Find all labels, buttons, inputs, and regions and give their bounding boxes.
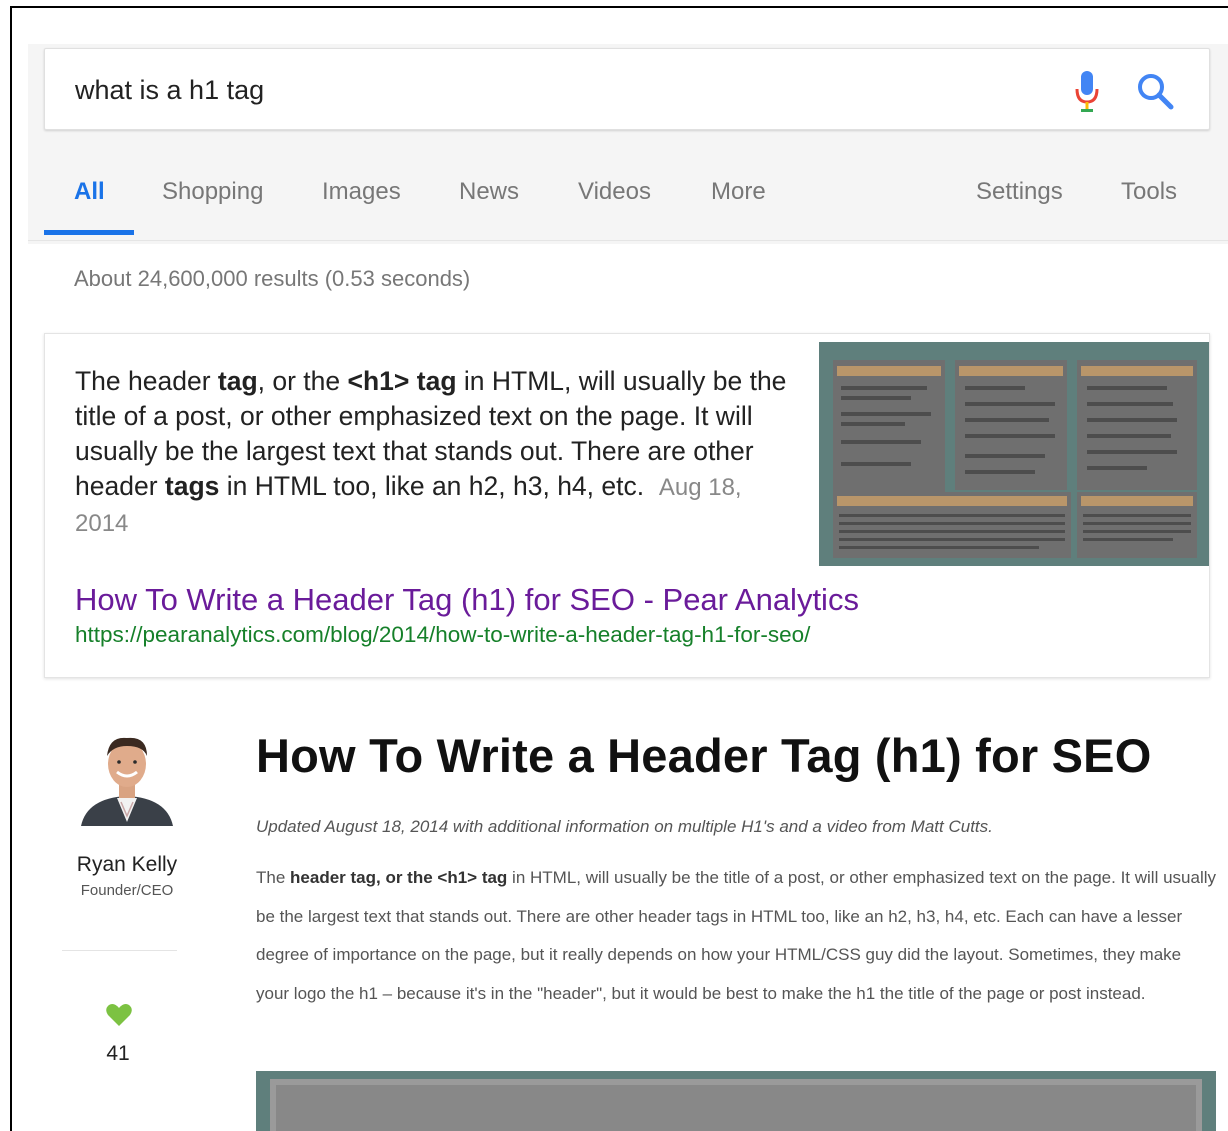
snippet-result-url[interactable]: https://pearanalytics.com/blog/2014/how-… (75, 622, 810, 648)
article-updated-note: Updated August 18, 2014 with additional … (256, 817, 993, 836)
tab-settings[interactable]: Settings (976, 178, 1063, 206)
active-tab-indicator (44, 230, 134, 235)
article: How To Write a Header Tag (h1) for SEO U… (256, 728, 1216, 1013)
tab-all[interactable]: All (74, 178, 105, 206)
screenshot-frame: what is a h1 tag All Shopping Images New… (10, 6, 1228, 1131)
author-divider (62, 950, 177, 951)
results-stats: About 24,600,000 results (0.53 seconds) (74, 266, 471, 291)
search-input[interactable]: what is a h1 tag (75, 75, 264, 106)
article-title: How To Write a Header Tag (h1) for SEO (256, 729, 1152, 782)
article-body: The header tag, or the <h1> tag in HTML,… (256, 868, 1216, 1003)
featured-snippet: The header tag, or the <h1> tag in HTML,… (44, 333, 1210, 678)
author-role: Founder/CEO (80, 882, 174, 899)
article-image (256, 1071, 1216, 1131)
tab-more[interactable]: More (711, 178, 766, 206)
snippet-text: The header tag, or the <h1> tag in HTML,… (75, 366, 787, 537)
tab-videos[interactable]: Videos (578, 178, 651, 206)
author-avatar (81, 737, 173, 826)
heart-icon[interactable] (106, 1003, 132, 1027)
search-tabs: All Shopping Images News Videos More Set… (44, 178, 1214, 235)
like-count: 41 (106, 1042, 130, 1065)
author-card: Ryan Kelly Founder/CEO (52, 726, 202, 899)
search-box[interactable]: what is a h1 tag (44, 48, 1210, 130)
author-name[interactable]: Ryan Kelly (52, 853, 202, 877)
tab-images[interactable]: Images (322, 178, 401, 206)
tab-news[interactable]: News (459, 178, 519, 206)
tab-tools[interactable]: Tools (1121, 178, 1177, 206)
snippet-thumbnail[interactable] (819, 342, 1209, 566)
tabs-divider (28, 240, 1228, 241)
microphone-icon[interactable] (1075, 69, 1099, 113)
snippet-result-link[interactable]: How To Write a Header Tag (h1) for SEO -… (75, 582, 859, 618)
search-icon[interactable] (1135, 71, 1175, 111)
tab-shopping[interactable]: Shopping (162, 178, 263, 206)
